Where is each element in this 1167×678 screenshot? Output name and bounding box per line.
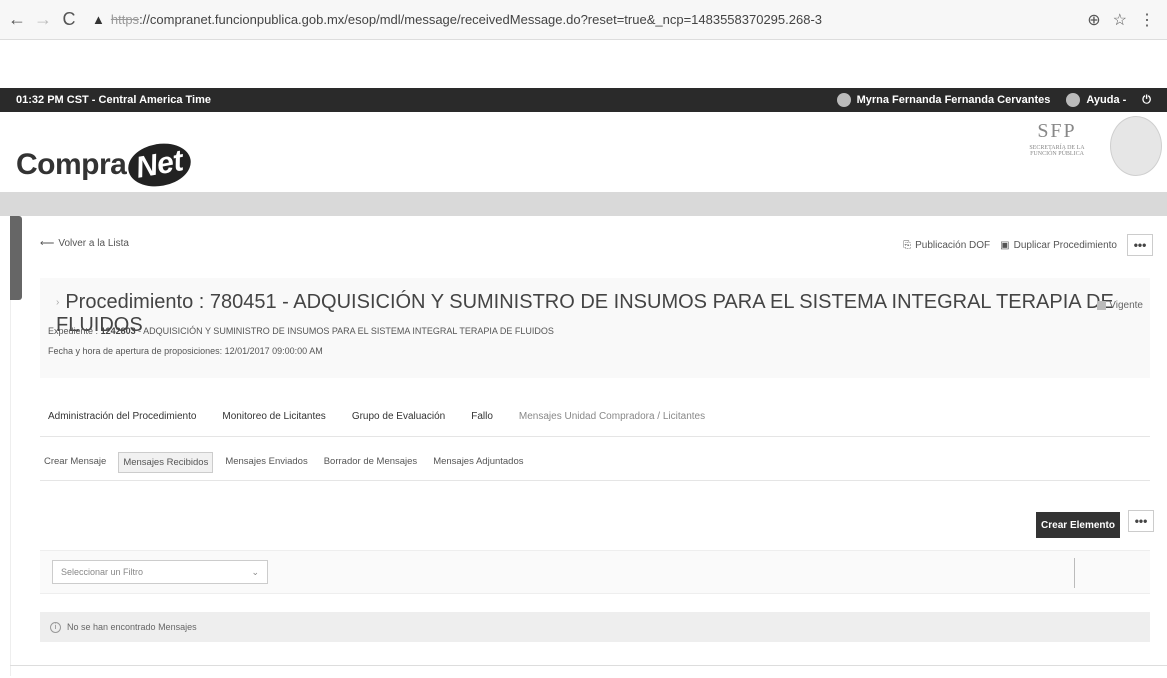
power-icon[interactable]: ⏻ [1142,94,1151,107]
logo-compra: Compra [16,148,127,181]
sub-tabs: Crear Mensaje Mensajes Recibidos Mensaje… [40,452,536,473]
status-badge: Vigente [1097,300,1143,311]
duplicate-icon: ▣ [1000,239,1010,251]
back-arrow-icon: ⟵ [40,238,55,249]
help-label: Ayuda - [1086,94,1127,106]
url-path: ://compranet.funcionpublica.gob.mx/esop/… [139,12,823,27]
status-icon [1097,301,1107,310]
publicacion-dof-button[interactable]: ⎘ Publicación DOF [903,240,990,251]
url-protocol: https [110,12,140,27]
mexico-seal-icon [1110,116,1162,176]
forward-arrow-icon[interactable]: → [32,9,54,31]
warning-icon: ▲ [92,12,105,27]
help-menu[interactable]: Ayuda - [1066,93,1126,107]
more-actions-button[interactable]: ••• [1128,510,1154,532]
tab-administracion[interactable]: Administración del Procedimiento [48,411,196,422]
tab-monitoreo[interactable]: Monitoreo de Licitantes [222,411,325,422]
chevron-right-icon[interactable]: › [56,297,59,308]
menu-icon[interactable]: ⋮ [1139,10,1155,30]
publish-icon: ⎘ [903,239,912,251]
user-name: Myrna Fernanda Fernanda Cervantes [856,94,1051,106]
empty-message-text: No se han encontrado Mensajes [67,622,197,632]
back-to-list-link[interactable]: ⟵ Volver a la Lista [40,238,129,249]
subtab-mensajes-enviados[interactable]: Mensajes Enviados [221,452,311,473]
tab-mensajes[interactable]: Mensajes Unidad Compradora / Licitantes [519,411,705,422]
subtabs-divider [40,480,1150,481]
site-header: Compra Net SFP SECRETARÍA DE LA FUNCIÓN … [0,112,1167,192]
subtab-mensajes-recibidos[interactable]: Mensajes Recibidos [118,452,214,473]
tab-grupo-evaluacion[interactable]: Grupo de Evaluación [352,411,445,422]
compranet-logo[interactable]: Compra Net [16,138,195,192]
logo-net: Net [125,138,195,192]
reload-icon[interactable]: C [58,9,80,31]
duplicar-procedimiento-button[interactable]: ▣ Duplicar Procedimiento [1000,240,1117,251]
help-icon [1066,93,1081,107]
star-icon[interactable]: ☆ [1113,10,1127,30]
filter-divider [1074,558,1075,588]
bottom-divider [10,665,1167,666]
subtab-mensajes-adjuntados[interactable]: Mensajes Adjuntados [429,452,527,473]
more-options-button[interactable]: ••• [1127,234,1153,256]
expediente-line: Expediente : 1242803 - ADQUISICIÓN Y SUM… [48,326,554,336]
publicacion-label: Publicación DOF [915,239,991,251]
info-icon: i [50,621,61,633]
duplicar-label: Duplicar Procedimiento [1013,239,1117,251]
filter-placeholder: Seleccionar un Filtro [61,567,144,577]
zoom-icon[interactable]: ⊕ [1087,10,1100,30]
crear-elemento-button[interactable]: Crear Elemento [1036,512,1120,538]
time-zone-text: 01:32 PM CST - Central America Time [16,94,212,106]
top-bar: 01:32 PM CST - Central America Time Myrn… [0,88,1167,112]
expediente-text: - ADQUISICIÓN Y SUMINISTRO DE INSUMOS PA… [138,326,554,336]
user-menu[interactable]: Myrna Fernanda Fernanda Cervantes [836,93,1051,107]
sfp-text: SFP [1037,120,1077,142]
status-label: Vigente [1109,300,1143,311]
top-actions: ⎘ Publicación DOF ▣ Duplicar Procedimien… [903,234,1153,256]
empty-messages-row: i No se han encontrado Mensajes [40,612,1150,642]
expediente-number: 1242803 [100,326,136,336]
back-to-list-label: Volver a la Lista [58,238,129,249]
subtab-crear-mensaje[interactable]: Crear Mensaje [40,452,110,473]
fecha-apertura: Fecha y hora de apertura de proposicione… [48,346,323,356]
user-icon [836,93,851,107]
back-arrow-icon[interactable]: ← [6,9,28,31]
header-band [0,192,1167,216]
tab-fallo[interactable]: Fallo [471,411,493,422]
main-tabs: Administración del Procedimiento Monitor… [48,411,731,422]
address-bar[interactable]: ▲ https ://compranet.funcionpublica.gob.… [92,6,1079,34]
subtab-borrador[interactable]: Borrador de Mensajes [320,452,421,473]
chevron-down-icon: ⌄ [251,566,259,577]
browser-toolbar: ← → C ▲ https ://compranet.funcionpublic… [0,0,1167,40]
sidebar-toggle-handle[interactable] [10,216,22,300]
filter-select[interactable]: Seleccionar un Filtro ⌄ [52,560,268,584]
expediente-label: Expediente : [48,326,99,336]
sfp-logo: SFP SECRETARÍA DE LA FUNCIÓN PÚBLICA [1022,120,1092,157]
tabs-divider [40,436,1150,437]
sfp-subtitle: SECRETARÍA DE LA FUNCIÓN PÚBLICA [1029,145,1085,157]
